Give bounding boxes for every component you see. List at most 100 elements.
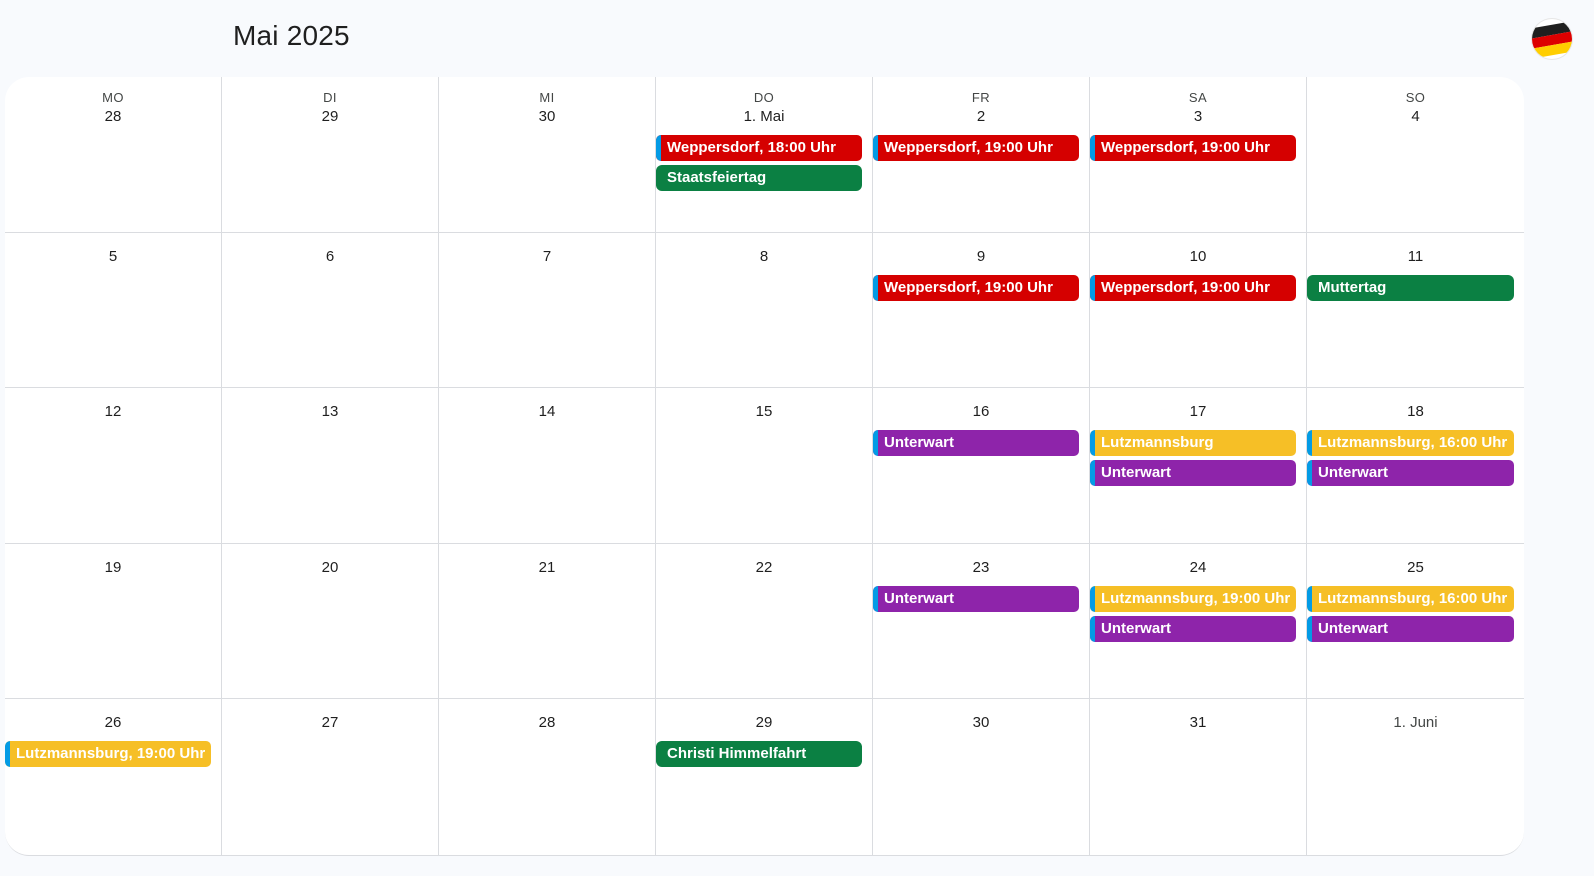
day-events: Weppersdorf, 19:00 Uhr [1090, 135, 1306, 161]
day-cell[interactable]: 12 [5, 388, 222, 544]
day-cell[interactable]: 13 [222, 388, 439, 544]
day-number[interactable]: 27 [222, 713, 438, 733]
day-number[interactable]: 15 [656, 402, 872, 422]
day-cell[interactable]: FR 2 Weppersdorf, 19:00 Uhr [873, 77, 1090, 233]
event-chip[interactable]: Unterwart [1090, 460, 1296, 487]
day-cell[interactable]: SA 3 Weppersdorf, 19:00 Uhr [1090, 77, 1307, 233]
event-chip[interactable]: Lutzmannsburg [1090, 430, 1296, 457]
day-number[interactable]: 30 [873, 713, 1089, 733]
day-number[interactable]: 1. Juni [1307, 713, 1524, 733]
day-cell[interactable]: 23 Unterwart [873, 543, 1090, 700]
day-number[interactable]: 24 [1090, 558, 1306, 578]
day-cell[interactable]: 8 [656, 232, 873, 389]
day-number[interactable]: 29 [222, 107, 438, 127]
event-chip[interactable]: Weppersdorf, 19:00 Uhr [873, 135, 1079, 161]
day-cell[interactable]: 28 [439, 699, 656, 855]
day-number[interactable]: 5 [5, 247, 221, 267]
event-title: Lutzmannsburg, 19:00 Uhr [1101, 589, 1291, 607]
event-chip[interactable]: Muttertag [1307, 274, 1514, 301]
event-chip[interactable]: Lutzmannsburg, 16:00 Uhr [1307, 585, 1514, 612]
day-cell[interactable]: 24 Lutzmannsburg, 19:00 Uhr Unterwart [1090, 543, 1307, 700]
day-cell[interactable]: 10 Weppersdorf, 19:00 Uhr [1090, 232, 1307, 389]
event-chip[interactable]: Weppersdorf, 19:00 Uhr [873, 274, 1079, 301]
day-cell[interactable]: DI 29 [222, 77, 439, 233]
day-number[interactable]: 13 [222, 402, 438, 422]
day-cell[interactable]: 18 Lutzmannsburg, 16:00 Uhr Unterwart [1307, 388, 1524, 544]
day-number[interactable]: 18 [1307, 402, 1524, 422]
event-chip[interactable]: Weppersdorf, 19:00 Uhr [1090, 274, 1296, 301]
day-cell[interactable]: 26 Lutzmannsburg, 19:00 Uhr [5, 699, 222, 855]
day-number[interactable]: 21 [439, 558, 655, 578]
day-number[interactable]: 9 [873, 247, 1089, 267]
event-chip[interactable]: Unterwart [1090, 615, 1296, 642]
day-number[interactable]: 1. Mai [656, 107, 872, 127]
event-chip[interactable]: Lutzmannsburg, 19:00 Uhr [5, 741, 211, 768]
day-number[interactable]: 14 [439, 402, 655, 422]
day-number[interactable]: 25 [1307, 558, 1524, 578]
day-number[interactable]: 8 [656, 247, 872, 267]
day-number[interactable]: 23 [873, 558, 1089, 578]
day-number[interactable]: 10 [1090, 247, 1306, 267]
event-chip[interactable]: Unterwart [873, 430, 1079, 457]
day-number[interactable]: 11 [1307, 247, 1524, 267]
event-chip[interactable]: Staatsfeiertag [656, 165, 862, 191]
day-cell[interactable]: 7 [439, 232, 656, 389]
flag-avatar-icon [1532, 21, 1572, 59]
day-number[interactable]: 16 [873, 402, 1089, 422]
day-cell[interactable]: MI 30 [439, 77, 656, 233]
day-events: Muttertag [1307, 274, 1524, 301]
day-cell[interactable]: 17 Lutzmannsburg Unterwart [1090, 388, 1307, 544]
day-number[interactable]: 3 [1090, 107, 1306, 127]
day-number[interactable]: 6 [222, 247, 438, 267]
day-cell[interactable]: 1. Juni [1307, 699, 1524, 855]
day-number[interactable]: 17 [1090, 402, 1306, 422]
weekday-header: SO [1405, 90, 1426, 105]
day-cell[interactable]: 21 [439, 543, 656, 700]
day-number[interactable]: 22 [656, 558, 872, 578]
day-cell[interactable]: 6 [222, 232, 439, 389]
day-number[interactable]: 20 [222, 558, 438, 578]
day-cell[interactable]: SO 4 [1307, 77, 1524, 233]
day-cell[interactable]: 16 Unterwart [873, 388, 1090, 544]
day-number[interactable]: 4 [1307, 107, 1524, 127]
event-chip[interactable]: Lutzmannsburg, 16:00 Uhr [1307, 430, 1514, 457]
day-cell[interactable]: 29 Christi Himmelfahrt [656, 699, 873, 855]
event-chip[interactable]: Unterwart [1307, 615, 1514, 642]
day-number[interactable]: 30 [439, 107, 655, 127]
day-cell[interactable]: 30 [873, 699, 1090, 855]
day-cell[interactable]: 11 Muttertag [1307, 233, 1524, 389]
account-avatar[interactable] [1532, 19, 1572, 59]
day-cell[interactable]: DO 1. Mai Weppersdorf, 18:00 Uhr Staatsfeie… [656, 77, 873, 233]
day-cell[interactable]: 27 [222, 699, 439, 855]
day-cell[interactable]: 20 [222, 543, 439, 700]
day-number[interactable]: 19 [5, 558, 221, 578]
day-cell[interactable]: 14 [439, 388, 656, 544]
day-cell[interactable]: 19 [5, 543, 222, 700]
day-cell[interactable]: 15 [656, 388, 873, 544]
event-chip[interactable]: Weppersdorf, 19:00 Uhr [1090, 135, 1296, 161]
day-number[interactable]: 28 [5, 107, 221, 127]
day-cell[interactable]: 9 Weppersdorf, 19:00 Uhr [873, 232, 1090, 389]
day-cell[interactable]: MO 28 [5, 77, 222, 233]
event-chip[interactable]: Unterwart [1307, 460, 1514, 487]
day-cell[interactable]: 25 Lutzmannsburg, 16:00 Uhr Unterwart [1307, 544, 1524, 700]
event-calendar-marker [5, 741, 10, 768]
day-cell[interactable]: 5 [5, 232, 222, 389]
day-cell[interactable]: 22 [656, 543, 873, 700]
event-title: Unterwart [1101, 619, 1172, 637]
day-number[interactable]: 26 [5, 713, 221, 733]
day-number[interactable]: 29 [656, 713, 872, 733]
day-events: Unterwart [873, 430, 1089, 457]
day-number[interactable]: 31 [1090, 713, 1306, 733]
event-chip[interactable]: Christi Himmelfahrt [656, 741, 862, 768]
day-number[interactable]: 2 [873, 107, 1089, 127]
event-chip[interactable]: Unterwart [873, 585, 1079, 612]
day-cell[interactable]: 31 [1090, 699, 1307, 855]
day-events: Lutzmannsburg, 16:00 Uhr Unterwart [1307, 585, 1524, 642]
day-number[interactable]: 12 [5, 402, 221, 422]
event-chip[interactable]: Weppersdorf, 18:00 Uhr [656, 135, 862, 161]
month-grid-cells: MO 28 DI 29 MI 30 DO 1. Mai Weppersdorf, 18:00 U… [5, 77, 1524, 855]
day-number[interactable]: 28 [439, 713, 655, 733]
event-chip[interactable]: Lutzmannsburg, 19:00 Uhr [1090, 585, 1296, 612]
day-number[interactable]: 7 [439, 247, 655, 267]
